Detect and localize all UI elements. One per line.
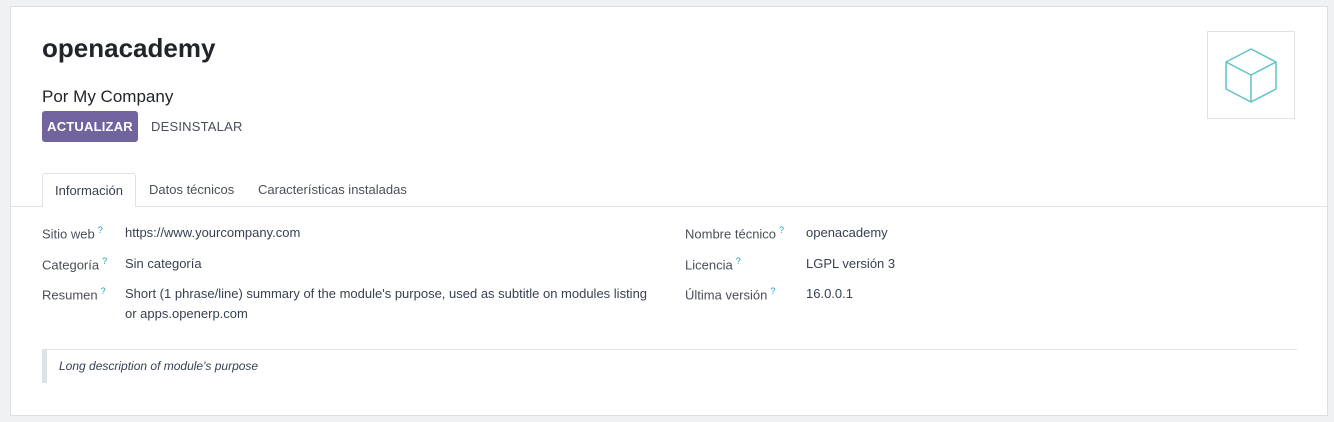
website-value[interactable]: https://www.yourcompany.com <box>125 223 300 243</box>
module-description: Long description of module's purpose <box>42 350 1297 383</box>
technical-name-help-icon[interactable]: ? <box>779 225 784 235</box>
technical-name-label-text: Nombre técnico <box>685 226 777 242</box>
latest-version-label: Última versión? <box>685 286 775 302</box>
latest-version-label-text: Última versión <box>685 287 768 303</box>
category-label-text: Categoría <box>42 257 100 273</box>
website-label-text: Sitio web <box>42 226 95 242</box>
technical-name-value: openacademy <box>806 225 888 240</box>
license-help-icon[interactable]: ? <box>736 256 741 266</box>
summary-value-line2: or apps.openerp.com <box>125 306 248 321</box>
license-label: Licencia? <box>685 256 741 272</box>
module-form-sheet: openacademy Por My Company ACTUALIZAR DE… <box>10 6 1328 416</box>
uninstall-button[interactable]: DESINSTALAR <box>145 111 249 142</box>
module-title: openacademy <box>42 33 216 63</box>
tab-caracteristicas-instaladas[interactable]: Características instaladas <box>246 173 419 206</box>
technical-name-label: Nombre técnico? <box>685 225 784 241</box>
summary-value-line1: Short (1 phrase/line) summary of the mod… <box>125 286 648 301</box>
summary-help-icon[interactable]: ? <box>101 286 106 296</box>
module-author: Por My Company <box>42 87 174 106</box>
latest-version-help-icon[interactable]: ? <box>770 286 775 296</box>
license-label-text: Licencia <box>685 257 733 273</box>
tab-datos-tecnicos[interactable]: Datos técnicos <box>137 173 246 206</box>
category-help-icon[interactable]: ? <box>102 256 107 266</box>
category-label: Categoría? <box>42 256 107 272</box>
summary-label-text: Resumen <box>42 287 98 303</box>
upgrade-button[interactable]: ACTUALIZAR <box>42 111 138 142</box>
website-help-icon[interactable]: ? <box>98 225 103 235</box>
summary-value: Short (1 phrase/line) summary of the mod… <box>125 284 665 324</box>
license-value: LGPL versión 3 <box>806 256 896 271</box>
module-icon-frame <box>1207 31 1295 119</box>
category-value: Sin categoría <box>125 256 202 271</box>
website-label: Sitio web? <box>42 225 103 241</box>
tab-informacion[interactable]: Información <box>42 173 136 207</box>
latest-version-value: 16.0.0.1 <box>806 286 853 301</box>
notebook-tabs: Información Datos técnicos Característic… <box>11 173 1327 207</box>
summary-label: Resumen? <box>42 286 106 302</box>
cube-icon <box>1225 48 1277 103</box>
